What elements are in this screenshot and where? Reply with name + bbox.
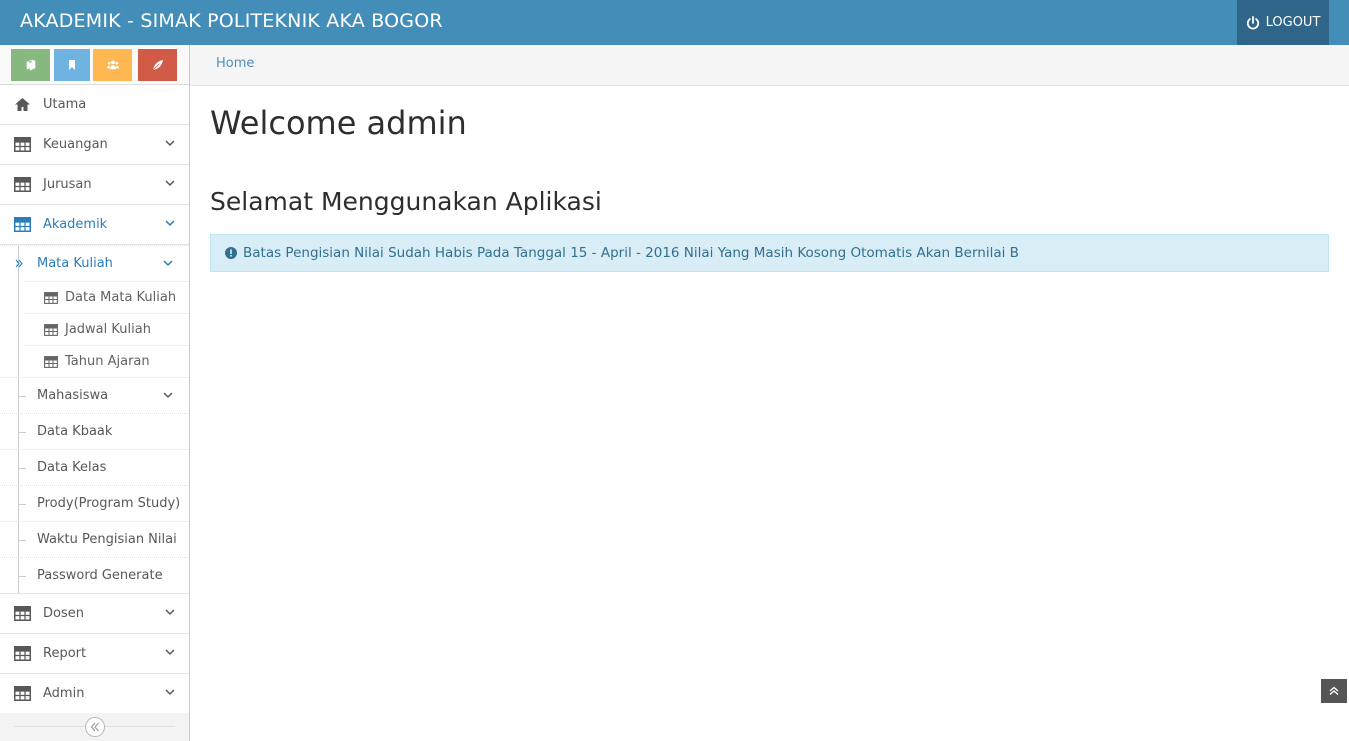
book-icon (25, 59, 36, 71)
sidebar: Utama Keuangan Jurusan Akademik Mata Kul… (0, 45, 190, 741)
submenu-item-data-kelas[interactable]: Data Kelas (0, 449, 189, 485)
sidebar-item-label: Akademik (43, 217, 108, 232)
table-icon (44, 292, 58, 304)
chevron-down-icon (163, 392, 173, 399)
submenu-item-jadwal-kuliah[interactable]: Jadwal Kuliah (22, 313, 189, 345)
sidebar-item-admin[interactable]: Admin (0, 674, 189, 714)
page-title: Welcome admin (210, 104, 467, 142)
akademik-submenu: Mata Kuliah Data Mata Kuliah Jadwal Kuli… (0, 245, 189, 594)
chevron-down-icon (165, 649, 175, 656)
chevron-down-icon (165, 689, 175, 696)
sidebar-item-dosen[interactable]: Dosen (0, 594, 189, 634)
submenu-item-label: Tahun Ajaran (65, 354, 150, 369)
submenu-item-label: Data Kelas (37, 460, 107, 475)
sidebar-item-label: Keuangan (43, 137, 108, 152)
submenu-item-tahun-ajaran[interactable]: Tahun Ajaran (22, 345, 189, 377)
scroll-to-top-button[interactable] (1321, 679, 1347, 703)
tree-connector (18, 432, 26, 433)
chevron-down-icon (165, 140, 175, 147)
info-alert: Batas Pengisian Nilai Sudah Habis Pada T… (210, 234, 1329, 272)
table-icon (14, 137, 31, 152)
submenu-item-prody[interactable]: Prody(Program Study) (0, 485, 189, 521)
app-brand[interactable]: AKADEMIK - SIMAK POLITEKNIK AKA BOGOR (20, 10, 443, 32)
double-chevron-right-icon (15, 259, 23, 268)
submenu-item-label: Data Mata Kuliah (65, 290, 177, 305)
shortcut-users-button[interactable] (93, 49, 132, 81)
leaf-icon (152, 60, 163, 71)
logout-label: LOGOUT (1265, 15, 1321, 30)
chevron-down-icon (165, 220, 175, 227)
exclamation-circle-icon (225, 247, 237, 259)
chevron-down-icon (165, 180, 175, 187)
breadcrumb-home-link[interactable]: Home (216, 56, 254, 71)
logout-button[interactable]: LOGOUT (1237, 0, 1329, 45)
sidebar-item-label: Jurusan (43, 177, 92, 192)
sidebar-collapse-bar (0, 713, 189, 741)
table-icon (14, 606, 31, 621)
breadcrumb: Home (190, 45, 1349, 86)
submenu-item-data-kbaak[interactable]: Data Kbaak (0, 413, 189, 449)
submenu-item-label: Mata Kuliah (37, 256, 113, 271)
submenu-item-label: Jadwal Kuliah (65, 322, 151, 337)
sidebar-item-jurusan[interactable]: Jurusan (0, 165, 189, 205)
page-subtitle: Selamat Menggunakan Aplikasi (210, 187, 602, 216)
sidebar-item-label: Report (43, 646, 87, 661)
power-icon (1246, 15, 1259, 29)
chevron-down-icon (165, 609, 175, 616)
submenu-item-mata-kuliah[interactable]: Mata Kuliah (0, 245, 189, 281)
shortcut-bookmark-button[interactable] (54, 49, 90, 81)
sidebar-item-keuangan[interactable]: Keuangan (0, 125, 189, 165)
tree-connector (18, 576, 26, 577)
table-icon (14, 646, 31, 661)
home-icon (15, 98, 30, 111)
double-chevron-left-icon (90, 722, 99, 732)
tree-connector (18, 504, 26, 505)
shortcut-book-button[interactable] (11, 49, 50, 81)
bookmark-icon (69, 60, 75, 70)
sidebar-item-label: Admin (43, 686, 85, 701)
table-icon (44, 356, 58, 368)
submenu-item-label: Password Generate (37, 568, 163, 583)
submenu-item-label: Prody(Program Study) (37, 496, 181, 511)
table-icon (14, 177, 31, 192)
shortcut-leaf-button[interactable] (138, 49, 177, 81)
sidebar-shortcuts (0, 45, 189, 85)
submenu-item-data-mata-kuliah[interactable]: Data Mata Kuliah (22, 281, 189, 313)
sidebar-item-akademik[interactable]: Akademik (0, 205, 189, 245)
sidebar-collapse-button[interactable] (85, 717, 105, 737)
tree-connector (18, 468, 26, 469)
table-icon (14, 686, 31, 701)
alert-text: Batas Pengisian Nilai Sudah Habis Pada T… (243, 245, 1019, 261)
double-chevron-up-icon (1329, 686, 1339, 696)
sidebar-item-label: Dosen (43, 606, 84, 621)
tree-connector (18, 540, 26, 541)
submenu-item-mahasiswa[interactable]: Mahasiswa (0, 377, 189, 413)
table-icon (44, 324, 58, 336)
submenu-item-label: Data Kbaak (37, 424, 113, 439)
submenu-item-label: Mahasiswa (37, 388, 109, 403)
submenu-item-label: Waktu Pengisian Nilai (37, 532, 177, 547)
top-navbar: AKADEMIK - SIMAK POLITEKNIK AKA BOGOR LO… (0, 0, 1349, 45)
sidebar-item-report[interactable]: Report (0, 634, 189, 674)
submenu-item-password-generate[interactable]: Password Generate (0, 557, 189, 593)
sidebar-item-label: Utama (43, 97, 87, 112)
table-icon (14, 217, 31, 232)
mata-kuliah-submenu: Data Mata Kuliah Jadwal Kuliah Tahun Aja… (0, 281, 189, 377)
sidebar-item-utama[interactable]: Utama (0, 85, 189, 125)
submenu-item-waktu-pengisian-nilai[interactable]: Waktu Pengisian Nilai (0, 521, 189, 557)
users-icon (106, 60, 119, 70)
chevron-down-icon (163, 260, 173, 267)
tree-connector (18, 396, 26, 397)
